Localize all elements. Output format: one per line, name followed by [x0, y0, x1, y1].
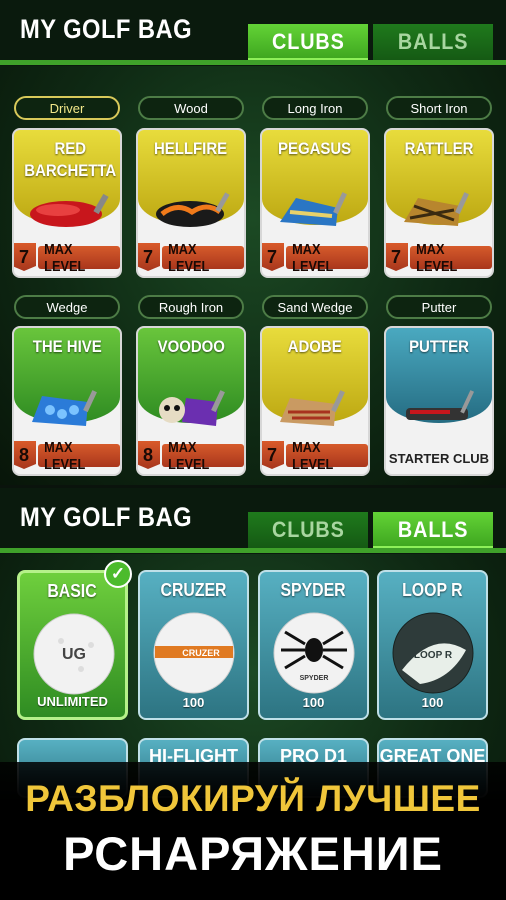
- tab-balls[interactable]: BALLS: [373, 24, 493, 60]
- level-badge: 7 MAX LEVEL: [138, 241, 244, 275]
- long-iron-club-icon: [280, 192, 347, 226]
- ball-count: UNLIMITED: [37, 694, 108, 709]
- ball-count: 100: [421, 695, 444, 710]
- golf-ball-icon: LOOP R: [392, 612, 474, 694]
- golf-ball-icon: UG: [33, 613, 115, 695]
- starter-club-label: STARTER CLUB: [388, 451, 490, 466]
- category-wedge: Wedge: [14, 295, 120, 319]
- club-card-pegasus[interactable]: PEGASUS 7 MAX LEVEL: [260, 128, 370, 278]
- club-card-red-barchetta[interactable]: RED BARCHETTA 7 MAX LEVEL: [12, 128, 122, 278]
- level-badge: 7 MAX LEVEL: [14, 241, 120, 275]
- promo-subheadline: РСНАРЯЖЕНИЕ: [63, 827, 443, 880]
- level-badge: 7 MAX LEVEL: [262, 241, 368, 275]
- club-name: ADOBE: [287, 337, 343, 356]
- category-long-iron: Long Iron: [262, 96, 368, 120]
- ball-name: SPYDER: [280, 580, 347, 600]
- ball-name: LOOP R: [402, 580, 463, 600]
- club-name: RATTLER: [404, 139, 474, 158]
- rough-iron-club-icon: [159, 390, 225, 426]
- ball-name: BASIC: [47, 581, 98, 601]
- driver-club-icon: [30, 193, 109, 227]
- category-sand-wedge: Sand Wedge: [262, 295, 368, 319]
- category-rough-iron: Rough Iron: [138, 295, 244, 319]
- category-wood: Wood: [138, 96, 244, 120]
- svg-text:LOOP R: LOOP R: [414, 650, 453, 661]
- header-divider: [0, 60, 506, 65]
- club-card-voodoo[interactable]: VOODOO 8 MAX LEVEL: [136, 326, 246, 476]
- club-card-putter[interactable]: PUTTER STARTER CLUB: [384, 326, 494, 476]
- category-short-iron: Short Iron: [386, 96, 492, 120]
- club-name: RED BARCHETTA: [24, 139, 117, 180]
- club-card-adobe[interactable]: ADOBE 7 MAX LEVEL: [260, 326, 370, 476]
- page-title: MY GOLF BAG: [20, 502, 193, 532]
- promo-headline: РАЗБЛОКИРУЙ ЛУЧШЕЕ: [25, 778, 481, 819]
- club-name: PUTTER: [409, 337, 469, 356]
- level-badge: 7 MAX LEVEL: [386, 241, 492, 275]
- category-putter: Putter: [386, 295, 492, 319]
- wedge-club-icon: [32, 390, 97, 426]
- selected-check-icon: ✓: [104, 560, 132, 588]
- tab-clubs[interactable]: CLUBS: [248, 24, 368, 60]
- golf-ball-icon: SPYDER: [273, 612, 355, 694]
- club-name: THE HIVE: [32, 337, 102, 356]
- ball-card-spyder[interactable]: SPYDER SPYDER 100: [258, 570, 369, 720]
- page-title: MY GOLF BAG: [20, 14, 193, 44]
- level-badge: 7 MAX LEVEL: [262, 439, 368, 473]
- club-name: HELLFIRE: [154, 139, 228, 158]
- ball-count: 100: [302, 695, 325, 710]
- wood-club-icon: [156, 192, 230, 227]
- header-bar: MY GOLF BAG CLUBS BALLS: [0, 0, 506, 66]
- svg-text:SPYDER: SPYDER: [300, 675, 329, 682]
- sand-wedge-club-icon: [280, 390, 345, 426]
- svg-text:CRUZER: CRUZER: [182, 648, 220, 658]
- ball-card-basic[interactable]: BASIC UG UNLIMITED: [17, 570, 128, 720]
- tab-clubs[interactable]: CLUBS: [248, 512, 368, 548]
- level-badge: 8 MAX LEVEL: [138, 439, 244, 473]
- short-iron-club-icon: [404, 192, 469, 226]
- header-bar: MY GOLF BAG CLUBS BALLS: [0, 488, 506, 554]
- ball-count: 100: [182, 695, 205, 710]
- ball-name: CRUZER: [160, 580, 227, 600]
- club-card-rattler[interactable]: RATTLER 7 MAX LEVEL: [384, 128, 494, 278]
- club-name: PEGASUS: [278, 139, 352, 158]
- header-divider: [0, 548, 506, 553]
- ball-card-loop-r[interactable]: LOOP R LOOP R 100: [377, 570, 488, 720]
- ball-card-cruzer[interactable]: CRUZER CRUZER 100: [138, 570, 249, 720]
- svg-text:UG: UG: [62, 646, 86, 663]
- club-card-the-hive[interactable]: THE HIVE 8 MAX LEVEL: [12, 326, 122, 476]
- club-card-hellfire[interactable]: HELLFIRE 7 MAX LEVEL: [136, 128, 246, 278]
- level-badge: 8 MAX LEVEL: [14, 439, 120, 473]
- clubs-panel: MY GOLF BAG CLUBS BALLS Driver Wood Long…: [0, 0, 506, 485]
- putter-club-icon: [406, 390, 475, 420]
- golf-ball-icon: CRUZER: [153, 612, 235, 694]
- tab-balls[interactable]: BALLS: [373, 512, 493, 548]
- category-driver: Driver: [14, 96, 120, 120]
- club-name: VOODOO: [157, 337, 225, 356]
